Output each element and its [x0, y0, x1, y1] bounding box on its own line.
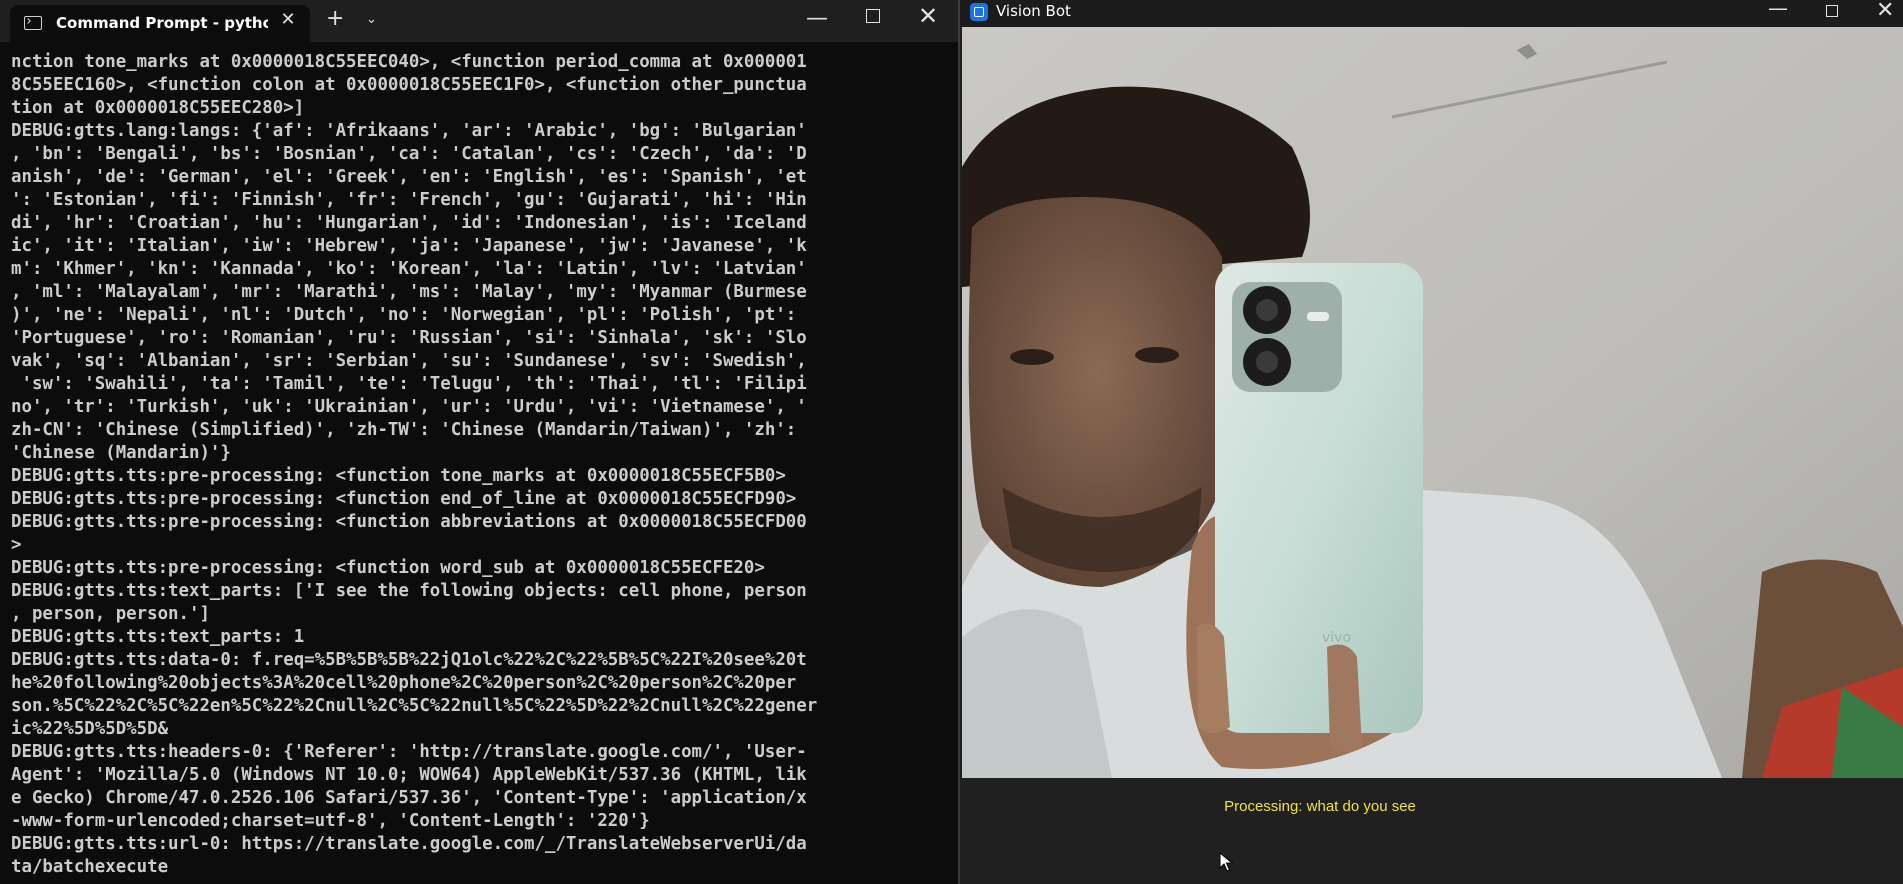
app-icon — [970, 3, 988, 21]
terminal-maximize-icon[interactable] — [866, 9, 880, 23]
terminal-titlebar[interactable]: Command Prompt - python a ✕ + ⌄ — ✕ — [0, 0, 958, 42]
camera-feed: vivo — [962, 27, 1903, 778]
command-prompt-window: Command Prompt - python a ✕ + ⌄ — ✕ ncti… — [0, 0, 958, 884]
status-area: Processing: what do you see — [960, 778, 1903, 884]
svg-text:vivo: vivo — [1322, 630, 1351, 646]
terminal-output[interactable]: nction tone_marks at 0x0000018C55EEC040>… — [11, 51, 951, 884]
vision-bot-minimize-icon[interactable]: — — [1768, 0, 1788, 20]
terminal-close-icon[interactable]: ✕ — [918, 2, 938, 30]
vision-bot-titlebar[interactable]: Vision Bot — ✕ — [960, 0, 1903, 27]
terminal-tab[interactable]: Command Prompt - python a ✕ — [10, 5, 310, 42]
vision-bot-title: Vision Bot — [996, 2, 1071, 20]
vision-bot-close-icon[interactable]: ✕ — [1876, 0, 1894, 23]
terminal-icon — [24, 16, 42, 30]
mouse-pointer-icon — [1219, 851, 1234, 876]
terminal-tab-title: Command Prompt - python a — [56, 14, 268, 32]
terminal-minimize-icon[interactable]: — — [806, 6, 828, 31]
new-tab-plus-icon[interactable]: + — [326, 8, 344, 30]
status-label: Processing: what do you see — [1224, 798, 1416, 815]
vision-bot-maximize-icon[interactable] — [1826, 5, 1838, 17]
vision-bot-window: Vision Bot — ✕ vivo Processing: what do … — [960, 0, 1903, 884]
tab-close-icon[interactable]: ✕ — [276, 9, 300, 30]
tab-dropdown-chevron-down-icon[interactable]: ⌄ — [366, 12, 377, 27]
